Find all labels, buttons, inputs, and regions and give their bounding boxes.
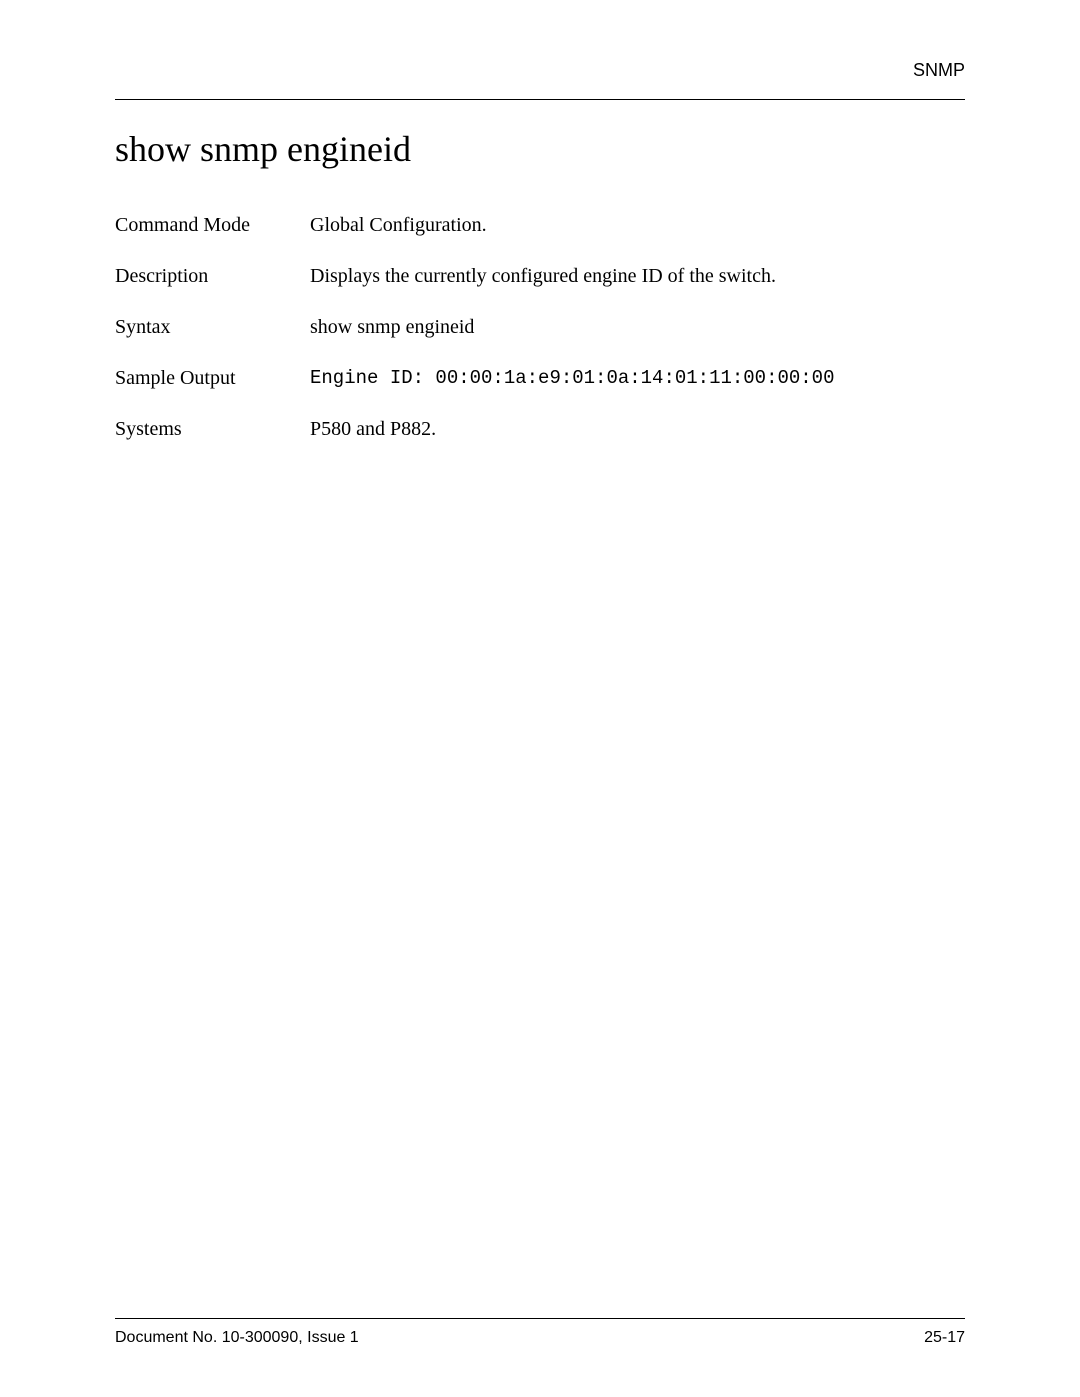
footer-rule xyxy=(115,1318,965,1319)
footer-page-number: 25-17 xyxy=(924,1329,965,1347)
header-rule xyxy=(115,99,965,100)
header-section: SNMP xyxy=(115,60,965,99)
page-container: SNMP show snmp engineid Command Mode Glo… xyxy=(0,0,1080,1397)
footer-doc-number: Document No. 10-300090, Issue 1 xyxy=(115,1329,359,1347)
def-value: Engine ID: 00:00:1a:e9:01:0a:14:01:11:00… xyxy=(310,367,965,390)
def-label: Command Mode xyxy=(115,214,310,237)
page-footer: Document No. 10-300090, Issue 1 25-17 xyxy=(115,1318,965,1347)
def-row-command-mode: Command Mode Global Configuration. xyxy=(115,214,965,237)
def-value: show snmp engineid xyxy=(310,316,965,339)
def-value: P580 and P882. xyxy=(310,418,965,441)
footer-row: Document No. 10-300090, Issue 1 25-17 xyxy=(115,1329,965,1347)
def-row-sample-output: Sample Output Engine ID: 00:00:1a:e9:01:… xyxy=(115,367,965,390)
def-label: Syntax xyxy=(115,316,310,339)
def-label: Systems xyxy=(115,418,310,441)
header-section-text: SNMP xyxy=(913,60,965,80)
def-value: Displays the currently configured engine… xyxy=(310,265,965,288)
def-label: Description xyxy=(115,265,310,288)
def-row-systems: Systems P580 and P882. xyxy=(115,418,965,441)
def-value: Global Configuration. xyxy=(310,214,965,237)
def-label: Sample Output xyxy=(115,367,310,390)
def-row-description: Description Displays the currently confi… xyxy=(115,265,965,288)
page-title: show snmp engineid xyxy=(115,128,965,170)
def-row-syntax: Syntax show snmp engineid xyxy=(115,316,965,339)
